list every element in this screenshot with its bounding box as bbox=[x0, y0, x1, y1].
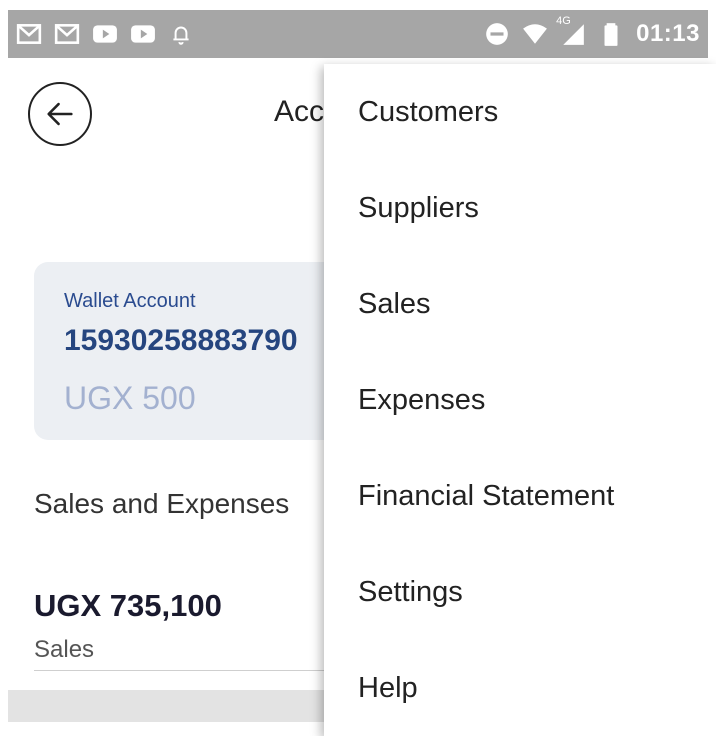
gmail-icon bbox=[54, 21, 80, 47]
do-not-disturb-icon bbox=[484, 21, 510, 47]
sales-expenses-heading: Sales and Expenses bbox=[34, 488, 290, 519]
cellular-signal-icon: 4G bbox=[556, 15, 586, 47]
wifi-icon bbox=[522, 21, 548, 47]
back-button[interactable] bbox=[28, 82, 92, 146]
notification-icons bbox=[16, 21, 194, 47]
menu-item-customers[interactable]: Customers bbox=[358, 96, 498, 129]
bell-icon bbox=[168, 21, 194, 47]
system-icons: 4G 01:13 bbox=[484, 15, 700, 48]
status-bar: 4G 01:13 bbox=[8, 10, 708, 58]
battery-icon bbox=[598, 21, 624, 47]
wallet-label: Wallet Account bbox=[64, 290, 196, 312]
wallet-balance: UGX 500 bbox=[64, 380, 196, 416]
youtube-icon bbox=[130, 21, 156, 47]
clock: 01:13 bbox=[636, 20, 700, 47]
gmail-icon bbox=[16, 21, 42, 47]
menu-item-help[interactable]: Help bbox=[358, 672, 418, 705]
menu-item-sales[interactable]: Sales bbox=[358, 288, 431, 321]
sales-amount-label: Sales bbox=[34, 636, 95, 663]
wallet-account-number: 15930258883790 bbox=[64, 324, 298, 357]
menu-item-expenses[interactable]: Expenses bbox=[358, 384, 485, 417]
network-type-label: 4G bbox=[556, 15, 571, 27]
page-title: Acc bbox=[274, 95, 325, 128]
menu-item-settings[interactable]: Settings bbox=[358, 576, 463, 609]
overflow-menu: Customers Suppliers Sales Expenses Finan… bbox=[324, 64, 716, 736]
menu-item-suppliers[interactable]: Suppliers bbox=[358, 192, 479, 225]
arrow-left-icon bbox=[47, 102, 73, 126]
menu-item-financial-statement[interactable]: Financial Statement bbox=[358, 480, 614, 513]
youtube-icon bbox=[92, 21, 118, 47]
sales-amount: UGX 735,100 bbox=[34, 588, 222, 623]
